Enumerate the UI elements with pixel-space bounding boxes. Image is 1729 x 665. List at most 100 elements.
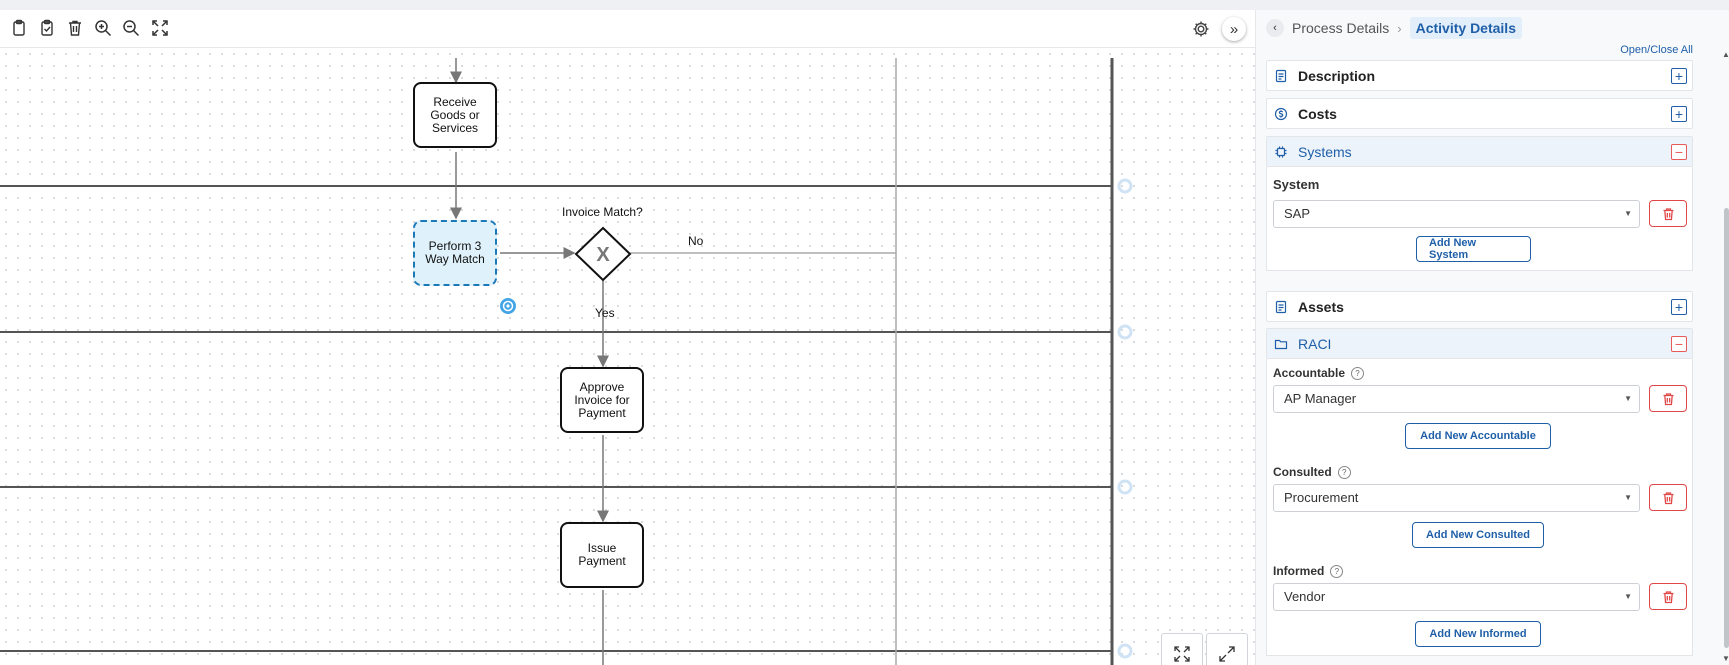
clipboard-icon[interactable] bbox=[9, 18, 29, 38]
flow-label-no: No bbox=[688, 234, 704, 248]
breadcrumb-process-details[interactable]: Process Details bbox=[1292, 20, 1389, 36]
fullscreen-button[interactable] bbox=[1206, 633, 1248, 665]
accountable-select[interactable]: AP Manager ▼ bbox=[1273, 385, 1640, 413]
assets-header[interactable]: Assets + bbox=[1266, 291, 1693, 322]
expand-assets-button[interactable]: + bbox=[1671, 299, 1687, 315]
trash-icon bbox=[1663, 590, 1673, 603]
gateway-label: Invoice Match? bbox=[562, 205, 643, 219]
help-icon[interactable]: ? bbox=[1351, 367, 1365, 381]
gateway-symbol: X bbox=[596, 244, 610, 266]
collapse-systems-button[interactable]: − bbox=[1671, 144, 1687, 160]
accountable-select-value: AP Manager bbox=[1284, 391, 1357, 406]
double-chevron-right-icon: » bbox=[1229, 20, 1239, 38]
consulted-label-text: Consulted bbox=[1273, 465, 1332, 479]
raci-header[interactable]: RACI − bbox=[1266, 328, 1693, 359]
zoom-in-icon[interactable] bbox=[93, 18, 113, 38]
description-header[interactable]: Description + bbox=[1266, 60, 1693, 91]
informed-label: Informed? bbox=[1273, 564, 1344, 579]
trash-icon bbox=[1663, 491, 1673, 504]
accountable-label: Accountable? bbox=[1273, 366, 1365, 381]
task-approve-invoice[interactable]: Approve Invoice for Payment bbox=[560, 367, 644, 433]
add-new-system-button[interactable]: Add New System bbox=[1416, 236, 1531, 262]
window-top-strip bbox=[0, 0, 1729, 10]
section-costs: Costs + bbox=[1266, 98, 1693, 129]
zoom-out-icon[interactable] bbox=[121, 18, 141, 38]
scroll-down-icon[interactable]: ▼ bbox=[1722, 654, 1729, 663]
open-close-all-link[interactable]: Open/Close All bbox=[1620, 44, 1693, 56]
consulted-select-value: Procurement bbox=[1284, 490, 1359, 505]
raci-body: Accountable? AP Manager ▼ Add New Accoun… bbox=[1266, 359, 1693, 656]
expand-description-button[interactable]: + bbox=[1671, 68, 1687, 84]
informed-select-value: Vendor bbox=[1284, 589, 1326, 604]
help-icon[interactable]: ? bbox=[1330, 565, 1344, 579]
lane-handle-icon bbox=[1117, 324, 1133, 340]
task-receive-goods[interactable]: Receive Goods or Services bbox=[413, 82, 497, 148]
bpmn-diagram[interactable]: X Receive Goods or Services Perform 3 Wa… bbox=[0, 48, 1255, 665]
element-settings-icon[interactable] bbox=[499, 297, 517, 315]
section-systems: Systems − System SAP ▼ Add New System bbox=[1266, 136, 1693, 271]
section-assets: Assets + bbox=[1266, 291, 1693, 322]
panel-scrollbar[interactable]: ▲ ▼ bbox=[1721, 48, 1729, 665]
fit-screen-icon[interactable] bbox=[150, 18, 170, 38]
dropdown-caret-icon: ▼ bbox=[1624, 592, 1632, 601]
document-icon bbox=[1275, 300, 1287, 313]
description-title: Description bbox=[1298, 67, 1376, 84]
canvas-toolbar: » bbox=[0, 10, 1255, 48]
system-select[interactable]: SAP ▼ bbox=[1273, 200, 1640, 228]
breadcrumb: ‹ Process Details › Activity Details bbox=[1266, 16, 1522, 40]
dropdown-caret-icon: ▼ bbox=[1624, 394, 1632, 403]
document-icon bbox=[1275, 69, 1287, 82]
scrollbar-thumb[interactable] bbox=[1724, 208, 1729, 648]
trash-icon bbox=[1663, 207, 1673, 220]
dollar-circle-icon bbox=[1274, 107, 1288, 120]
lane-handle-icon bbox=[1117, 479, 1133, 495]
dropdown-caret-icon: ▼ bbox=[1624, 493, 1632, 502]
expand-canvas-button[interactable] bbox=[1161, 633, 1203, 665]
expand-costs-button[interactable]: + bbox=[1671, 106, 1687, 122]
folder-icon bbox=[1274, 339, 1288, 349]
task-issue-payment[interactable]: Issue Payment bbox=[560, 522, 644, 588]
scroll-up-icon[interactable]: ▲ bbox=[1722, 50, 1729, 59]
settings-gear-icon[interactable] bbox=[1191, 19, 1211, 39]
expand-arrows-icon bbox=[1174, 646, 1190, 662]
back-button[interactable]: ‹ bbox=[1266, 19, 1284, 37]
diagram-canvas[interactable]: » X Receive Goods or Services Perform 3 … bbox=[0, 10, 1255, 665]
delete-informed-button[interactable] bbox=[1649, 583, 1687, 610]
costs-header[interactable]: Costs + bbox=[1266, 98, 1693, 129]
raci-title: RACI bbox=[1298, 335, 1332, 352]
consulted-label: Consulted? bbox=[1273, 465, 1351, 480]
assets-title: Assets bbox=[1298, 298, 1344, 315]
accountable-label-text: Accountable bbox=[1273, 366, 1346, 380]
task-label: Perform 3 Way Match bbox=[425, 239, 485, 266]
collapse-raci-button[interactable]: − bbox=[1671, 336, 1687, 352]
help-icon[interactable]: ? bbox=[1337, 466, 1351, 480]
informed-select[interactable]: Vendor ▼ bbox=[1273, 583, 1640, 611]
task-perform-3-way-match[interactable]: Perform 3 Way Match bbox=[413, 220, 497, 286]
breadcrumb-activity-details[interactable]: Activity Details bbox=[1409, 17, 1522, 39]
diagonal-expand-icon bbox=[1219, 646, 1235, 662]
section-raci: RACI − Accountable? AP Manager ▼ Add New… bbox=[1266, 328, 1693, 656]
add-new-consulted-button[interactable]: Add New Consulted bbox=[1412, 522, 1544, 548]
lane-handle-icon bbox=[1117, 643, 1133, 659]
clipboard-check-icon[interactable] bbox=[37, 18, 57, 38]
delete-system-button[interactable] bbox=[1649, 200, 1687, 227]
informed-label-text: Informed bbox=[1273, 564, 1325, 578]
system-field-label: System bbox=[1273, 177, 1320, 192]
systems-header[interactable]: Systems − bbox=[1266, 136, 1693, 167]
trash-icon[interactable] bbox=[65, 18, 85, 38]
add-new-informed-button[interactable]: Add New Informed bbox=[1415, 621, 1541, 647]
collapse-panel-button[interactable]: » bbox=[1222, 17, 1246, 41]
add-new-accountable-button[interactable]: Add New Accountable bbox=[1405, 423, 1551, 449]
delete-accountable-button[interactable] bbox=[1649, 385, 1687, 412]
task-label: Issue Payment bbox=[578, 541, 626, 568]
section-description: Description + bbox=[1266, 60, 1693, 91]
flow-label-yes: Yes bbox=[595, 306, 615, 320]
breadcrumb-separator: › bbox=[1397, 20, 1402, 36]
delete-consulted-button[interactable] bbox=[1649, 484, 1687, 511]
chip-icon bbox=[1275, 146, 1287, 157]
systems-body: System SAP ▼ Add New System bbox=[1266, 167, 1693, 271]
system-select-value: SAP bbox=[1284, 206, 1311, 221]
details-panel: ‹ Process Details › Activity Details Ope… bbox=[1255, 10, 1729, 665]
trash-icon bbox=[1663, 392, 1673, 405]
consulted-select[interactable]: Procurement ▼ bbox=[1273, 484, 1640, 512]
